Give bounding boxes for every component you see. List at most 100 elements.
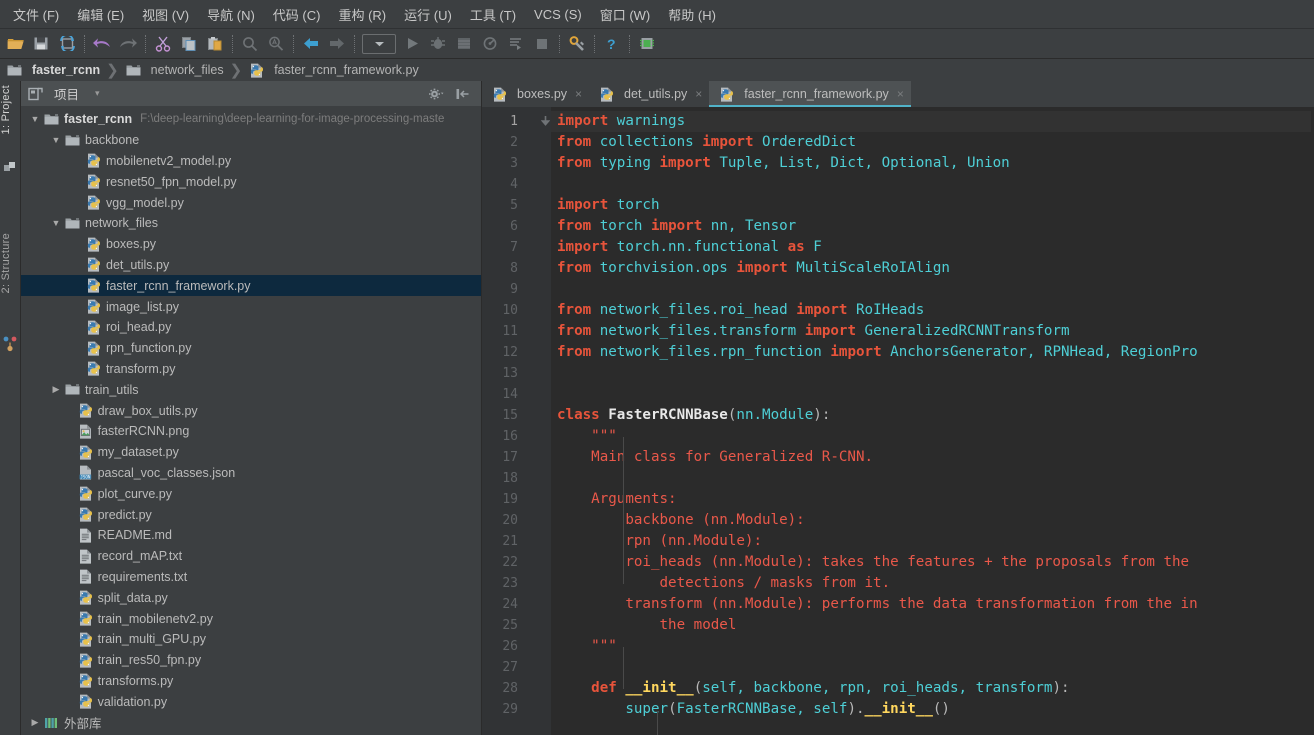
breadcrumb-item-1[interactable]: network_files xyxy=(123,62,226,79)
tree-item[interactable]: split_data.py xyxy=(21,587,481,608)
code-token: ): xyxy=(813,407,831,423)
tree-item[interactable]: rpn_function.py xyxy=(21,338,481,359)
save-all-icon[interactable] xyxy=(28,32,54,56)
tree-item[interactable]: boxes.py xyxy=(21,234,481,255)
database-icon[interactable] xyxy=(634,32,660,56)
menu-item-7[interactable]: 工具 (T) xyxy=(461,2,525,27)
tree-item[interactable]: resnet50_fpn_model.py xyxy=(21,171,481,192)
sync-refresh-icon[interactable] xyxy=(54,32,80,56)
line-number-gutter[interactable]: 1 2 3 4 5 6 7 8 9 10 11 12 13 14 15 16 17 18 19 20 21 22 23 24 2… xyxy=(482,107,540,735)
tree-item[interactable]: ▼ backbone xyxy=(21,130,481,151)
gear-icon[interactable] xyxy=(427,85,444,102)
forward-icon[interactable] xyxy=(324,32,350,56)
tree-item[interactable]: predict.py xyxy=(21,504,481,525)
close-icon[interactable]: × xyxy=(897,87,904,101)
tree-item[interactable]: ▶ 外部库 xyxy=(21,712,481,733)
breadcrumb: faster_rcnn ❯ network_files ❯ faster_rcnn_fr… xyxy=(0,59,1314,81)
fold-marker xyxy=(540,636,551,657)
tree-item[interactable]: image_list.py xyxy=(21,296,481,317)
tree-item[interactable]: faster_rcnn_framework.py xyxy=(21,275,481,297)
cut-icon[interactable] xyxy=(150,32,176,56)
tree-item[interactable]: ▼ network_files xyxy=(21,213,481,234)
editor-tab-2[interactable]: faster_rcnn_framework.py × xyxy=(709,81,911,107)
project-tree[interactable]: ▼ faster_rcnn F:\deep-learning\deep-learni… xyxy=(21,107,481,735)
tree-item[interactable]: validation.py xyxy=(21,691,481,712)
redo-icon[interactable] xyxy=(115,32,141,56)
close-icon[interactable]: × xyxy=(575,87,582,101)
breadcrumb-item-2[interactable]: faster_rcnn_framework.py xyxy=(246,62,421,79)
fold-marker xyxy=(540,405,551,426)
breadcrumb-item-0[interactable]: faster_rcnn xyxy=(4,62,102,79)
tree-item[interactable]: README.md xyxy=(21,525,481,546)
fold-marker[interactable] xyxy=(540,111,551,132)
back-icon[interactable] xyxy=(298,32,324,56)
stop-icon[interactable] xyxy=(529,32,555,56)
tree-item[interactable]: train_multi_GPU.py xyxy=(21,629,481,650)
open-folder-icon[interactable] xyxy=(2,32,28,56)
tree-item[interactable]: roi_head.py xyxy=(21,317,481,338)
code-content[interactable]: import warnings from collections import O… xyxy=(551,107,1314,735)
chevron-down-icon[interactable]: ▼ xyxy=(48,218,64,228)
fold-marker xyxy=(540,174,551,195)
menu-item-0[interactable]: 文件 (F) xyxy=(4,2,68,27)
tree-item[interactable]: requirements.txt xyxy=(21,567,481,588)
python-file-icon xyxy=(77,444,94,461)
editor-tab-1[interactable]: det_utils.py × xyxy=(589,81,709,107)
debug-icon[interactable] xyxy=(425,32,451,56)
find-usages-icon[interactable] xyxy=(263,32,289,56)
tree-item[interactable]: ▼ faster_rcnn F:\deep-learning\deep-learni… xyxy=(21,109,481,130)
chevron-right-icon[interactable]: ▶ xyxy=(27,717,43,728)
rail-button-structure[interactable]: 2: Structure xyxy=(0,233,21,293)
paste-icon[interactable] xyxy=(202,32,228,56)
chevron-down-icon[interactable]: ▼ xyxy=(27,114,43,124)
menu-item-3[interactable]: 导航 (N) xyxy=(198,2,264,27)
menu-item-1[interactable]: 编辑 (E) xyxy=(68,2,133,27)
menu-item-10[interactable]: 帮助 (H) xyxy=(659,2,725,27)
code-fold-column[interactable] xyxy=(540,107,551,735)
hide-panel-icon[interactable] xyxy=(454,85,471,102)
rail-button-project[interactable]: 1: Project xyxy=(0,85,21,134)
copy-icon[interactable] xyxy=(176,32,202,56)
tree-item[interactable]: fasterRCNN.png xyxy=(21,421,481,442)
rerun-list-icon[interactable] xyxy=(503,32,529,56)
editor-tab-0[interactable]: boxes.py × xyxy=(482,81,589,107)
settings-wrench-icon[interactable] xyxy=(564,32,590,56)
chevron-down-icon[interactable]: ▼ xyxy=(48,135,64,145)
menu-item-9[interactable]: 窗口 (W) xyxy=(591,2,660,27)
tree-item-label: fasterRCNN.png xyxy=(97,424,190,439)
profile-icon[interactable] xyxy=(477,32,503,56)
tree-item[interactable]: ▶ train_utils xyxy=(21,379,481,400)
tree-item[interactable]: my_dataset.py xyxy=(21,442,481,463)
menu-item-4[interactable]: 代码 (C) xyxy=(264,2,330,27)
menu-item-5[interactable]: 重构 (R) xyxy=(329,2,395,27)
close-icon[interactable]: × xyxy=(695,87,702,101)
menu-item-2[interactable]: 视图 (V) xyxy=(133,2,198,27)
menu-item-8[interactable]: VCS (S) xyxy=(525,4,591,25)
tree-item[interactable]: transform.py xyxy=(21,359,481,380)
code-editor[interactable]: 1 2 3 4 5 6 7 8 9 10 11 12 13 14 15 16 17 18 19 20 21 22 23 24 2… xyxy=(482,107,1314,735)
fold-marker xyxy=(540,594,551,615)
find-icon[interactable] xyxy=(237,32,263,56)
tree-item[interactable]: draw_box_utils.py xyxy=(21,400,481,421)
tree-item[interactable]: JSON pascal_voc_classes.json xyxy=(21,463,481,484)
tree-item[interactable]: det_utils.py xyxy=(21,255,481,276)
menu-item-6[interactable]: 运行 (U) xyxy=(395,2,461,27)
undo-icon[interactable] xyxy=(89,32,115,56)
tree-item[interactable]: plot_curve.py xyxy=(21,483,481,504)
tree-item-label: faster_rcnn xyxy=(64,112,133,127)
chevron-down-icon[interactable]: ▾ xyxy=(95,88,100,99)
run-config-dropdown[interactable] xyxy=(362,33,396,54)
tree-item[interactable]: transforms.py xyxy=(21,671,481,692)
text-file-icon xyxy=(77,527,94,544)
tree-item[interactable]: train_mobilenetv2.py xyxy=(21,608,481,629)
tree-item[interactable]: mobilenetv2_model.py xyxy=(21,151,481,172)
tree-item[interactable]: vgg_model.py xyxy=(21,192,481,213)
chevron-right-icon[interactable]: ▶ xyxy=(48,384,64,395)
tree-item[interactable]: train_res50_fpn.py xyxy=(21,650,481,671)
coverage-icon[interactable] xyxy=(451,32,477,56)
help-icon[interactable]: ? xyxy=(599,32,625,56)
run-icon[interactable] xyxy=(399,32,425,56)
tree-item[interactable]: record_mAP.txt xyxy=(21,546,481,567)
